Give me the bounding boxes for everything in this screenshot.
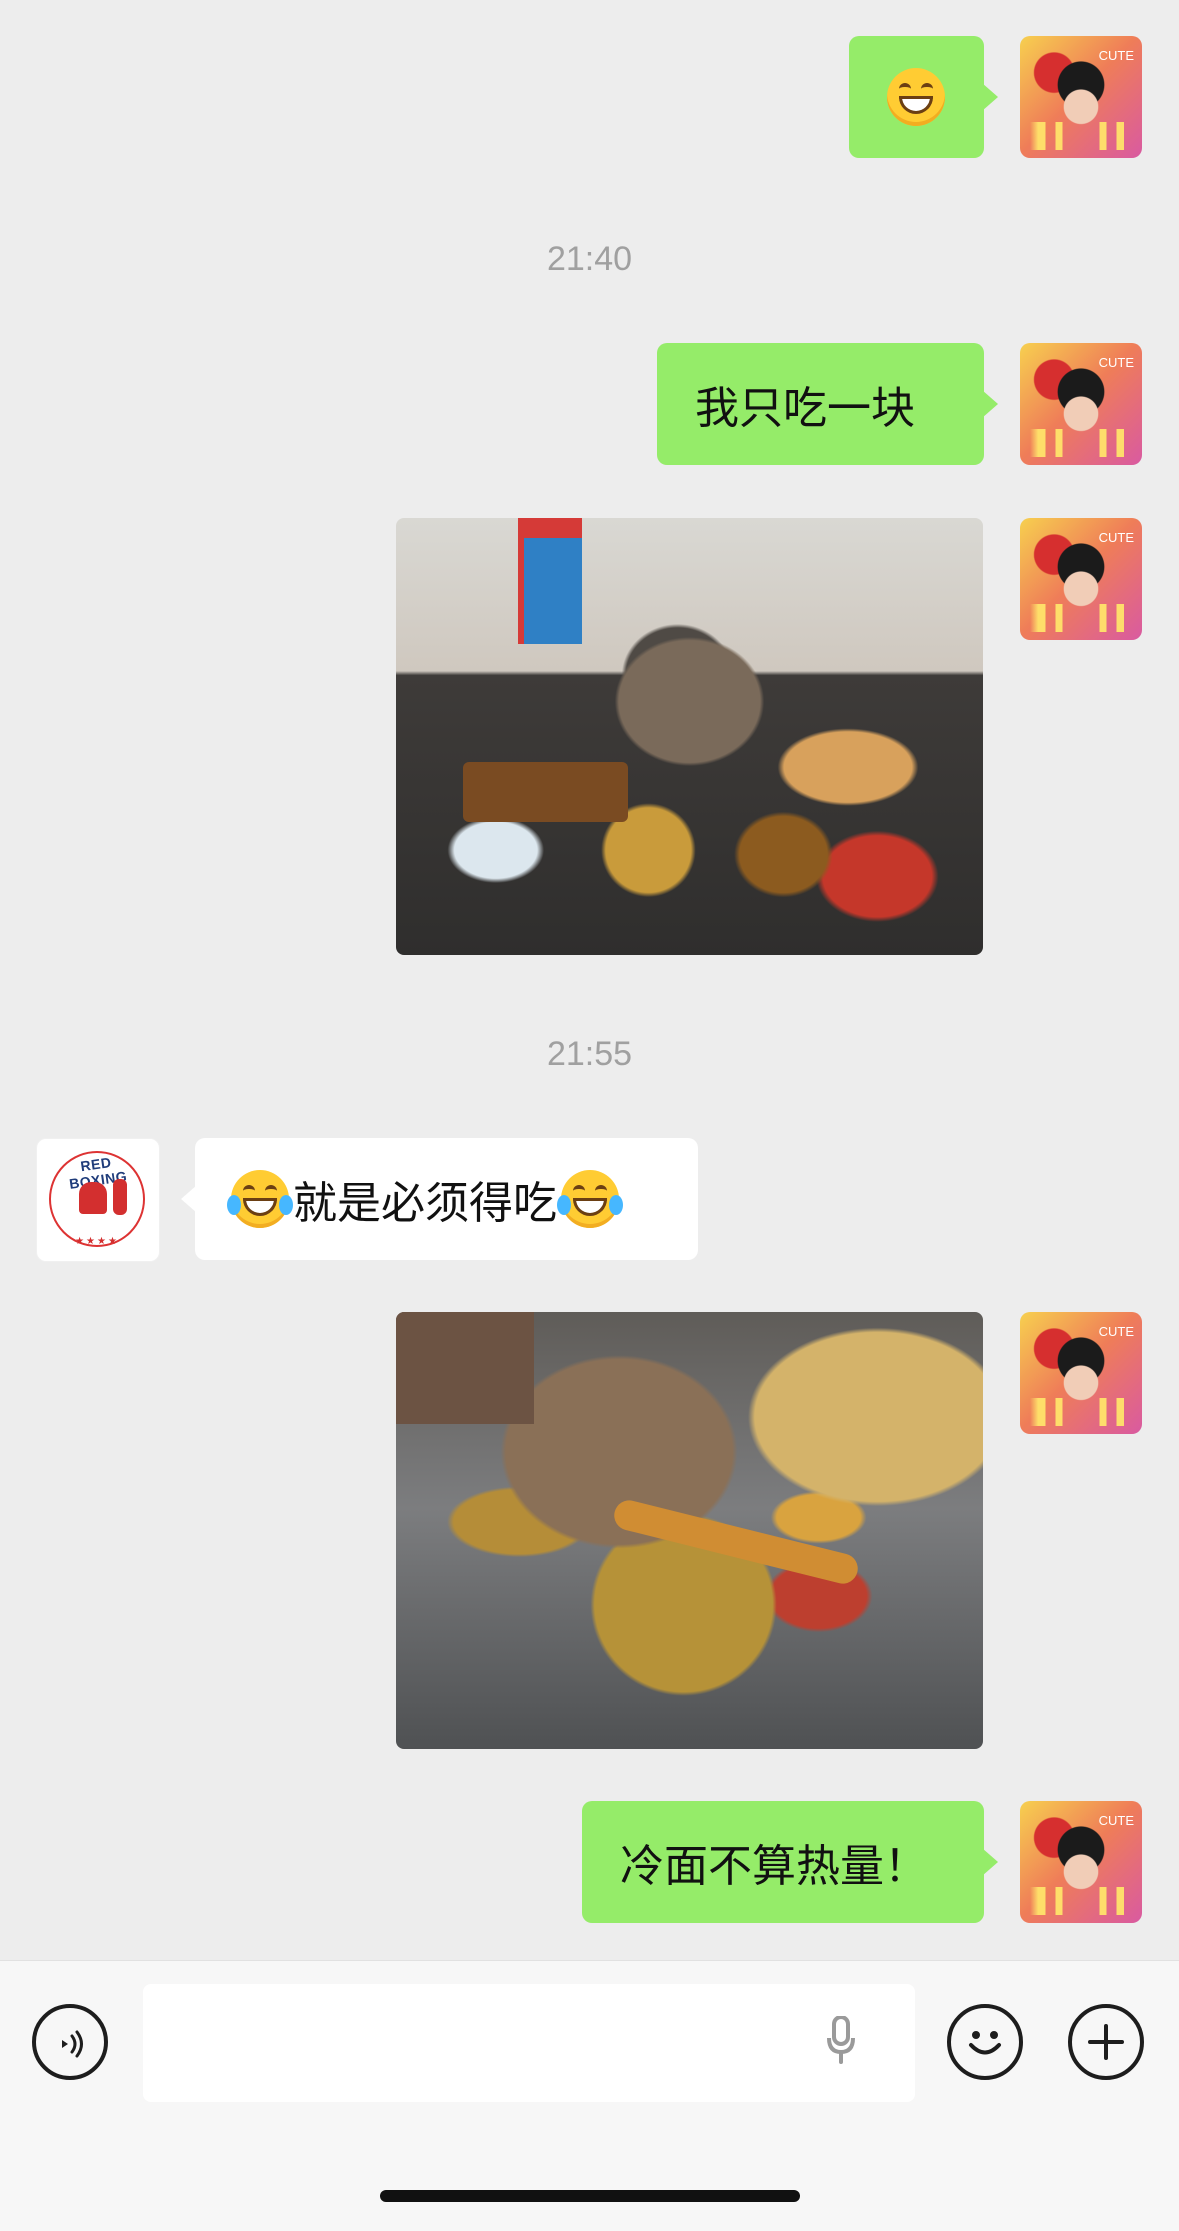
voice-button[interactable]: [32, 2004, 108, 2080]
my-avatar[interactable]: [1020, 518, 1142, 640]
boxer-icon: [79, 1182, 107, 1214]
text-message-bubble[interactable]: 冷面不算热量！: [582, 1801, 998, 1923]
text-message-bubble[interactable]: 我只吃一块: [657, 343, 998, 465]
timestamp: 21:55: [546, 1035, 633, 1073]
voice-icon: [62, 2030, 83, 2058]
my-avatar[interactable]: [1020, 36, 1142, 158]
emoji-button[interactable]: [947, 2004, 1023, 2080]
plus-button[interactable]: [1068, 2004, 1144, 2080]
grin-emoji-icon: [887, 68, 945, 126]
my-avatar[interactable]: [1020, 1312, 1142, 1434]
my-avatar[interactable]: [1020, 1801, 1142, 1923]
message-text: 我只吃一块: [695, 383, 915, 434]
home-indicator: [380, 2190, 800, 2202]
message-input[interactable]: [143, 1984, 915, 2102]
my-avatar[interactable]: [1020, 343, 1142, 465]
plus-icon: [1088, 2024, 1124, 2060]
emoji-icon: [969, 2031, 1001, 2055]
laughing-emoji-icon: [227, 1170, 293, 1228]
laughing-emoji-icon: [557, 1170, 623, 1228]
timestamp: 21:40: [546, 240, 633, 278]
emoji-message-bubble[interactable]: [849, 36, 998, 158]
message-text: 就是必须得吃: [293, 1178, 557, 1229]
food-photo-message[interactable]: [396, 518, 983, 955]
punching-bag-icon: [113, 1179, 127, 1215]
message-text: 冷面不算热量！: [620, 1841, 928, 1892]
food-photo-message[interactable]: [396, 1312, 983, 1749]
chat-area: 21:40 我只吃一块 21:55 RED BOXING ★★★★ 就是必须得吃…: [0, 0, 1179, 1960]
microphone-icon[interactable]: [826, 2016, 856, 2064]
logo-stars: ★★★★: [75, 1236, 119, 1247]
contact-avatar[interactable]: RED BOXING ★★★★: [36, 1138, 160, 1262]
text-message-bubble[interactable]: 就是必须得吃: [181, 1138, 698, 1260]
